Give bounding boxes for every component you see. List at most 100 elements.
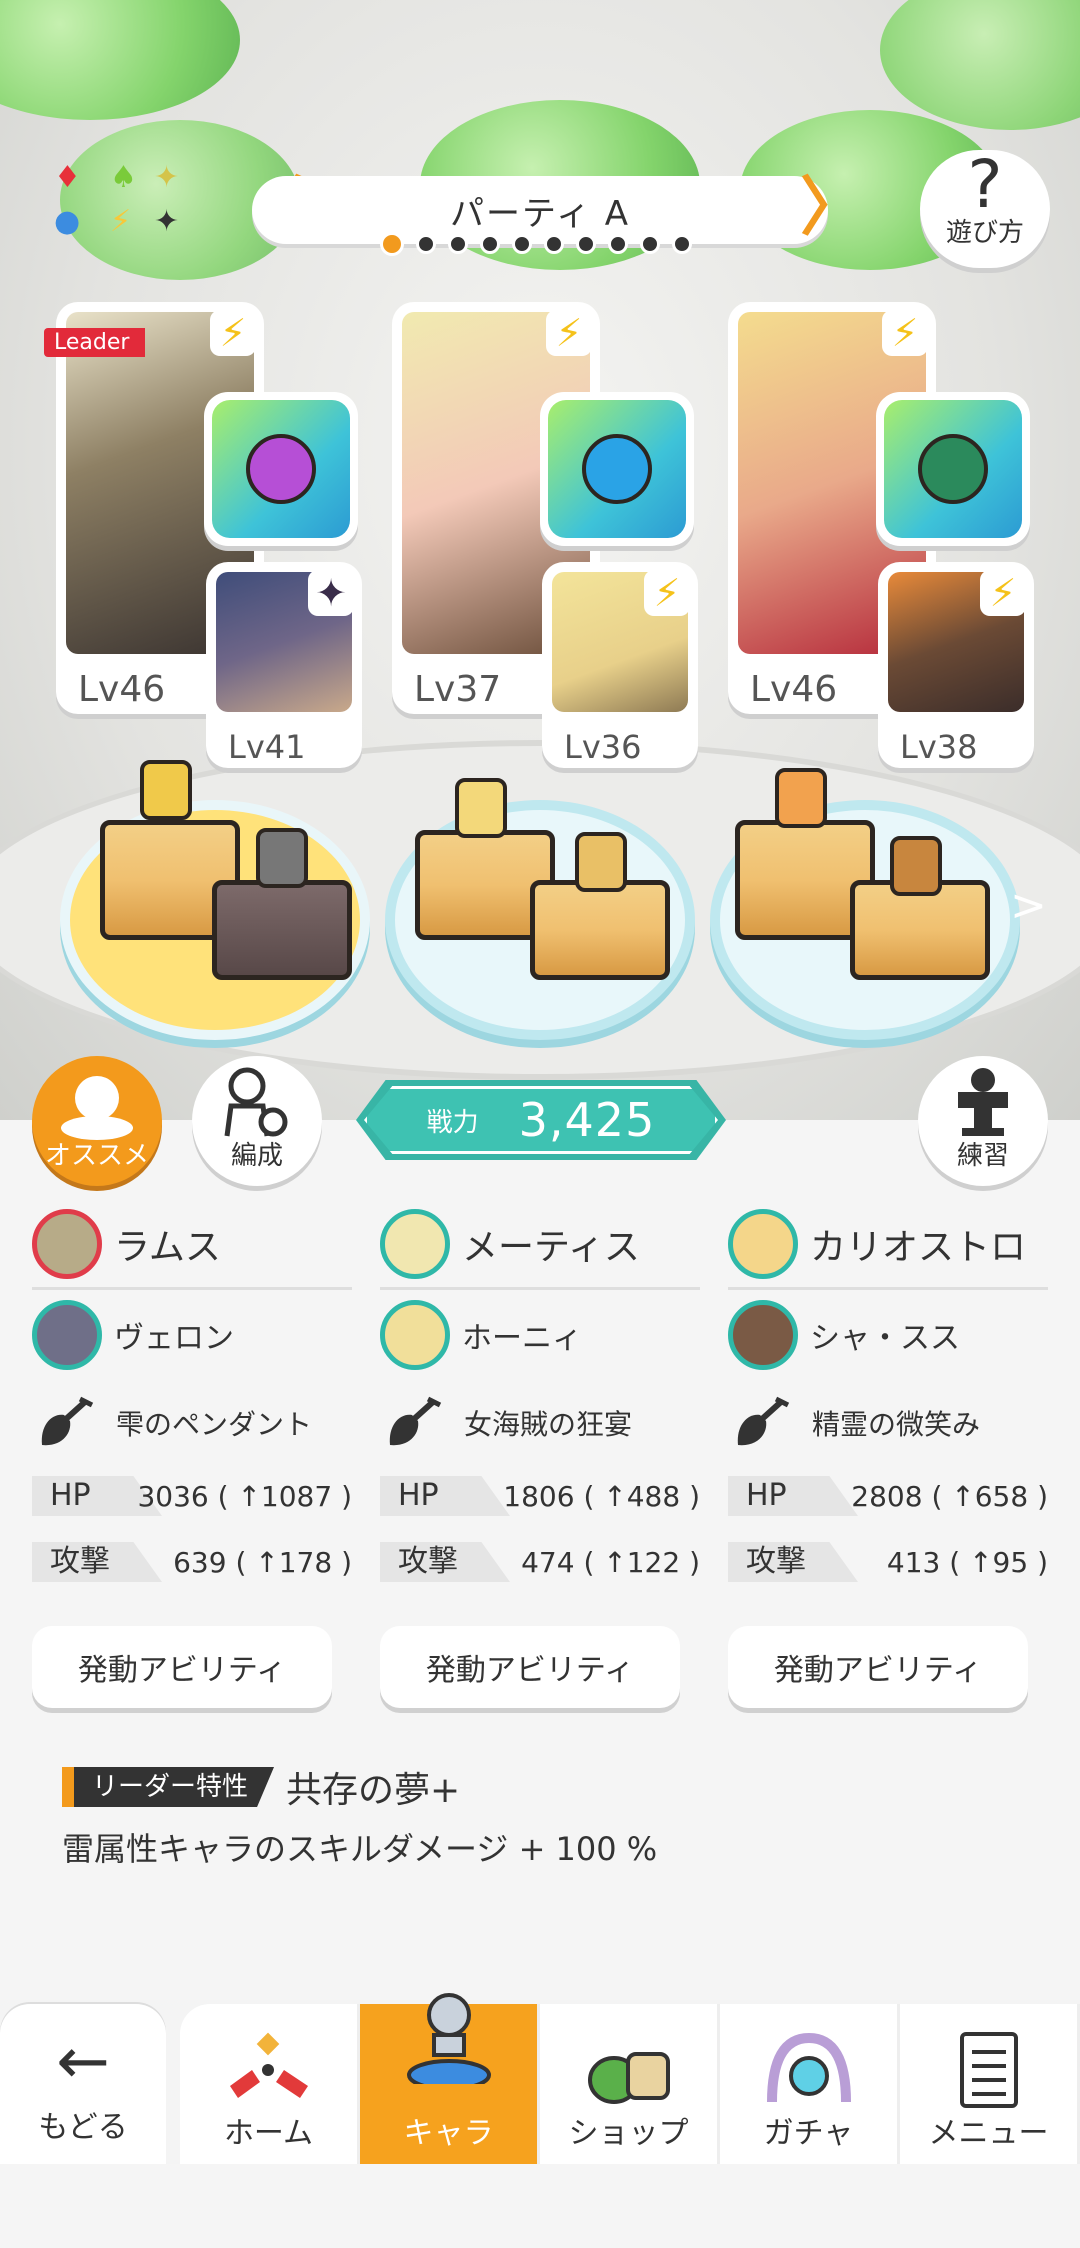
page-dot[interactable] bbox=[544, 234, 564, 254]
practice-button[interactable]: 練習 bbox=[918, 1056, 1048, 1186]
next-party-button[interactable]: 〉 bbox=[800, 176, 864, 244]
page-dot[interactable] bbox=[480, 234, 500, 254]
attack-label: 攻撃 bbox=[380, 1542, 510, 1582]
tab-label: キャラ bbox=[403, 2116, 494, 2151]
party-name: パーティ A bbox=[449, 193, 631, 234]
recommend-icon bbox=[61, 1076, 133, 1140]
shovel-icon bbox=[41, 1396, 94, 1446]
page-dot[interactable] bbox=[608, 234, 628, 254]
character-sprite[interactable] bbox=[140, 760, 192, 820]
member-column: ラムス ヴェロン 雫のペンダント HP 3036 ( ↑1087 ) 攻撃 63… bbox=[32, 1200, 352, 1708]
help-label: 遊び方 bbox=[945, 218, 1024, 248]
hp-row: HP 2808 ( ↑658 ) bbox=[728, 1466, 1048, 1532]
tab-menu[interactable]: メニュー bbox=[900, 2004, 1080, 2164]
page-dot[interactable] bbox=[640, 234, 660, 254]
character-sprite[interactable] bbox=[455, 778, 507, 838]
avatar bbox=[380, 1300, 450, 1370]
question-icon: ? bbox=[967, 146, 1003, 223]
main-level: Lv37 bbox=[414, 669, 502, 710]
gacha-icon bbox=[766, 2032, 851, 2103]
tab-home[interactable]: ホーム bbox=[180, 2004, 360, 2164]
thunder-element-icon: ⚡ bbox=[882, 310, 928, 356]
character-sprite[interactable] bbox=[256, 828, 308, 888]
main-character-row[interactable]: カリオストロ bbox=[728, 1200, 1048, 1290]
sub-level: Lv36 bbox=[564, 728, 642, 766]
sub-character-card[interactable]: ⚡ Lv38 bbox=[878, 562, 1034, 768]
tab-gacha[interactable]: ガチャ bbox=[720, 2004, 900, 2164]
power-label: 戦力 bbox=[426, 1107, 479, 1138]
stage-block bbox=[212, 880, 352, 980]
help-button[interactable]: ? 遊び方 bbox=[920, 150, 1050, 268]
back-button[interactable]: ← もどる bbox=[0, 2004, 166, 2164]
equipment-row[interactable]: 精霊の微笑み bbox=[728, 1380, 1048, 1466]
recommend-label: オススメ bbox=[44, 1141, 149, 1171]
party-page-dots bbox=[380, 232, 692, 256]
leader-skill-name: 共存の夢+ bbox=[286, 1770, 461, 1811]
avatar bbox=[32, 1208, 102, 1279]
next-page-arrow[interactable]: > bbox=[1010, 880, 1047, 931]
sub-character-card[interactable]: ✦ Lv41 bbox=[206, 562, 362, 768]
hp-label: HP bbox=[728, 1476, 858, 1516]
page-dot[interactable] bbox=[512, 234, 532, 254]
hp-value: 3036 ( ↑1087 ) bbox=[137, 1480, 352, 1513]
main-character-row[interactable]: ラムス bbox=[32, 1200, 352, 1290]
tab-label: ガチャ bbox=[763, 2116, 854, 2151]
tab-label: メニュー bbox=[928, 2116, 1049, 2151]
practice-label: 練習 bbox=[956, 1141, 1009, 1171]
thunder-element-icon: ⚡ bbox=[210, 310, 256, 356]
attack-value: 413 ( ↑95 ) bbox=[886, 1546, 1048, 1579]
home-icon bbox=[229, 2032, 308, 2098]
sub-character-name: シャ・スス bbox=[810, 1321, 960, 1356]
sub-character-row[interactable]: ヴェロン bbox=[32, 1290, 352, 1380]
tab-character[interactable]: キャラ bbox=[360, 1993, 540, 2164]
page-dot[interactable] bbox=[448, 234, 468, 254]
ability-button[interactable]: 発動アビリティ bbox=[380, 1626, 680, 1708]
formation-button[interactable]: 編成 bbox=[192, 1056, 322, 1186]
tab-label: ショップ bbox=[568, 2116, 689, 2151]
attack-label: 攻撃 bbox=[32, 1542, 162, 1582]
element-cycle-icon: ♦ ♠ ✦ ● ⚡ ✦ bbox=[54, 160, 180, 239]
sub-character-row[interactable]: ホーニィ bbox=[380, 1290, 700, 1380]
hp-label: HP bbox=[380, 1476, 510, 1516]
sub-character-name: ホーニィ bbox=[462, 1321, 582, 1356]
hp-value: 2808 ( ↑658 ) bbox=[851, 1480, 1048, 1513]
equipment-row[interactable]: 雫のペンダント bbox=[32, 1380, 352, 1466]
shovel-icon bbox=[737, 1396, 790, 1446]
main-level: Lv46 bbox=[750, 669, 838, 710]
sub-character-row[interactable]: シャ・スス bbox=[728, 1290, 1048, 1380]
main-character-row[interactable]: メーティス bbox=[380, 1200, 700, 1290]
leader-skill-description: 雷属性キャラのスキルダメージ + 100 % bbox=[62, 1830, 658, 1868]
back-arrow-icon: ← bbox=[56, 2025, 110, 2099]
character-sprite[interactable] bbox=[575, 832, 627, 892]
background-tree bbox=[880, 0, 1080, 130]
page-dot[interactable] bbox=[416, 234, 436, 254]
shovel-icon bbox=[389, 1396, 442, 1446]
tab-shop[interactable]: ショップ bbox=[540, 2004, 720, 2164]
bottom-nav: ホーム キャラ ショップ ガチャ メニュー bbox=[180, 1993, 1080, 2164]
leader-trait: リーダー特性 共存の夢+ bbox=[62, 1766, 460, 1811]
background-tree bbox=[0, 0, 240, 120]
character-sprite[interactable] bbox=[775, 768, 827, 828]
equipment-row[interactable]: 女海賊の狂宴 bbox=[380, 1380, 700, 1466]
page-dot[interactable] bbox=[672, 234, 692, 254]
equipment-slot[interactable] bbox=[540, 392, 694, 546]
attack-value: 639 ( ↑178 ) bbox=[173, 1546, 352, 1579]
equipment-slot[interactable] bbox=[204, 392, 358, 546]
page-dot[interactable] bbox=[380, 232, 404, 256]
page-dot[interactable] bbox=[576, 234, 596, 254]
recommend-button[interactable]: オススメ bbox=[32, 1056, 162, 1186]
sub-character-card[interactable]: ⚡ Lv36 bbox=[542, 562, 698, 768]
thunder-element-icon: ⚡ bbox=[546, 310, 592, 356]
avatar bbox=[728, 1208, 798, 1279]
sub-level: Lv38 bbox=[900, 728, 978, 766]
main-character-name: ラムス bbox=[114, 1226, 221, 1268]
back-label: もどる bbox=[38, 2110, 128, 2145]
ability-button[interactable]: 発動アビリティ bbox=[32, 1626, 332, 1708]
character-sprite[interactable] bbox=[890, 836, 942, 896]
equipment-slot[interactable] bbox=[876, 392, 1030, 546]
attack-row: 攻撃 639 ( ↑178 ) bbox=[32, 1532, 352, 1598]
main-level: Lv46 bbox=[78, 669, 166, 710]
equipment-name: 雫のペンダント bbox=[116, 1408, 313, 1441]
ability-button[interactable]: 発動アビリティ bbox=[728, 1626, 1028, 1708]
menu-icon bbox=[959, 2032, 1018, 2108]
